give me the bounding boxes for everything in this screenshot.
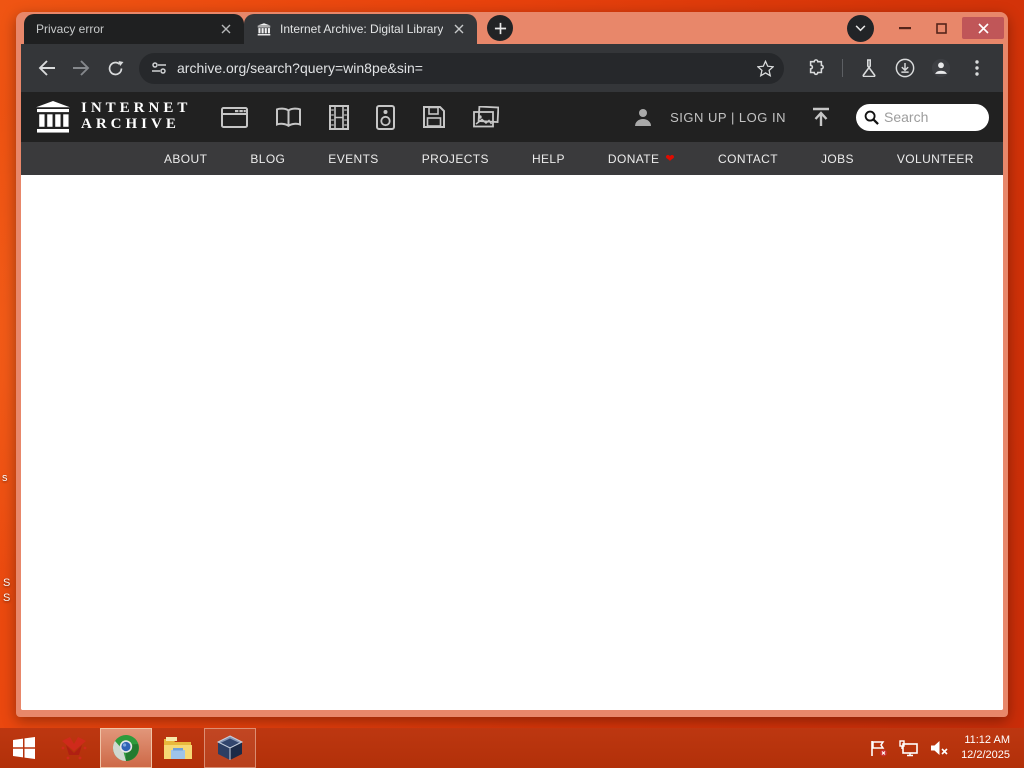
images-icon[interactable] [473,105,500,129]
system-tray: 11:12 AM 12/2/2025 [870,728,1024,768]
taskbar-virtualbox-button[interactable] [204,728,256,768]
tab-close-icon[interactable] [451,21,467,37]
file-explorer-icon [164,737,192,759]
nav-about[interactable]: ABOUT [164,152,207,166]
ia-header: INTERNET ARCHIVE SIGN UP | LOG IN Search [21,92,1003,142]
desktop-icon-label-fragment: S [3,592,11,604]
chrome-icon [112,735,139,762]
nav-donate[interactable]: DONATE ❤ [608,152,675,166]
action-center-flag-icon[interactable] [870,740,888,757]
search-icon [864,110,879,125]
nav-volunteer[interactable]: VOLUNTEER [897,152,974,166]
window-controls [847,12,1004,44]
nav-events[interactable]: EVENTS [328,152,378,166]
new-tab-button[interactable] [487,15,514,41]
profile-avatar-icon[interactable] [925,52,957,84]
nav-help[interactable]: HELP [532,152,565,166]
media-type-icons [221,104,500,130]
back-icon[interactable] [31,52,63,84]
taskbar-file-explorer-button[interactable] [152,728,204,768]
maximize-button[interactable] [926,17,956,39]
signup-login-link[interactable]: SIGN UP | LOG IN [670,110,786,125]
site-settings-icon[interactable] [151,61,167,75]
nav-projects[interactable]: PROJECTS [422,152,489,166]
video-icon[interactable] [329,104,350,130]
web-icon[interactable] [221,106,249,128]
texts-icon[interactable] [275,107,302,128]
user-icon [632,106,654,128]
toolbar-actions [800,52,993,84]
tab-title: Internet Archive: Digital Library [280,22,444,36]
clock-time: 11:12 AM [964,733,1010,746]
url-text[interactable]: archive.org/search?query=win8pe&sin= [177,60,747,76]
ia-header-right: SIGN UP | LOG IN [632,103,989,131]
tab-privacy-error[interactable]: Privacy error [24,14,244,44]
ia-logotype: INTERNET ARCHIVE [81,100,192,132]
windows-logo-icon [13,737,35,759]
software-icon[interactable] [422,105,446,129]
toolbar-divider [842,59,843,77]
ia-search-input[interactable] [884,109,974,125]
labs-flask-icon[interactable] [853,52,885,84]
desktop-icon-label-fragment: s [2,472,8,484]
browser-toolbar: archive.org/search?query=win8pe&sin= [21,44,1003,92]
tab-search-icon[interactable] [847,14,874,42]
taskbar: 11:12 AM 12/2/2025 [0,728,1024,768]
reload-icon[interactable] [99,52,131,84]
extensions-icon[interactable] [800,52,832,84]
address-bar[interactable]: archive.org/search?query=win8pe&sin= [139,52,784,84]
browser-window: Privacy error Internet Archive: Digital … [16,12,1008,717]
ia-building-icon [36,101,70,133]
page-content-blank [21,175,1003,710]
audio-icon[interactable] [376,104,396,130]
bookmark-star-icon[interactable] [757,59,774,77]
forward-icon[interactable] [65,52,97,84]
tab-internet-archive[interactable]: Internet Archive: Digital Library [244,14,478,44]
ia-nav-bar: ABOUT BLOG EVENTS PROJECTS HELP DONATE ❤ … [21,142,1003,175]
network-icon[interactable] [899,739,919,757]
menu-kebab-icon[interactable] [961,52,993,84]
clock-date: 12/2/2025 [961,749,1010,761]
heart-icon: ❤ [665,153,676,165]
tab-strip: Privacy error Internet Archive: Digital … [16,12,1008,44]
tab-title: Privacy error [36,22,105,36]
tab-close-icon[interactable] [218,21,234,37]
virtualbox-icon [216,735,244,760]
desktop-icon-label-fragment: S [3,577,11,589]
ia-logo[interactable]: INTERNET ARCHIVE [35,100,192,133]
ia-search-box[interactable] [856,103,989,131]
downloads-icon[interactable] [889,52,921,84]
minimize-button[interactable] [890,17,920,39]
nav-jobs[interactable]: JOBS [821,152,854,166]
close-button[interactable] [962,17,1004,39]
start-button[interactable] [0,728,48,768]
taskbar-clock[interactable]: 11:12 AM 12/2/2025 [961,733,1014,764]
taskbar-red-app-icon[interactable] [48,728,100,768]
nav-contact[interactable]: CONTACT [718,152,778,166]
internet-archive-favicon [256,21,272,37]
nav-blog[interactable]: BLOG [250,152,285,166]
upload-icon[interactable] [810,106,832,128]
desktop: s S S Privacy error Internet Archive: Di… [0,0,1024,768]
taskbar-chrome-button[interactable] [100,728,152,768]
volume-muted-icon[interactable] [930,740,949,756]
